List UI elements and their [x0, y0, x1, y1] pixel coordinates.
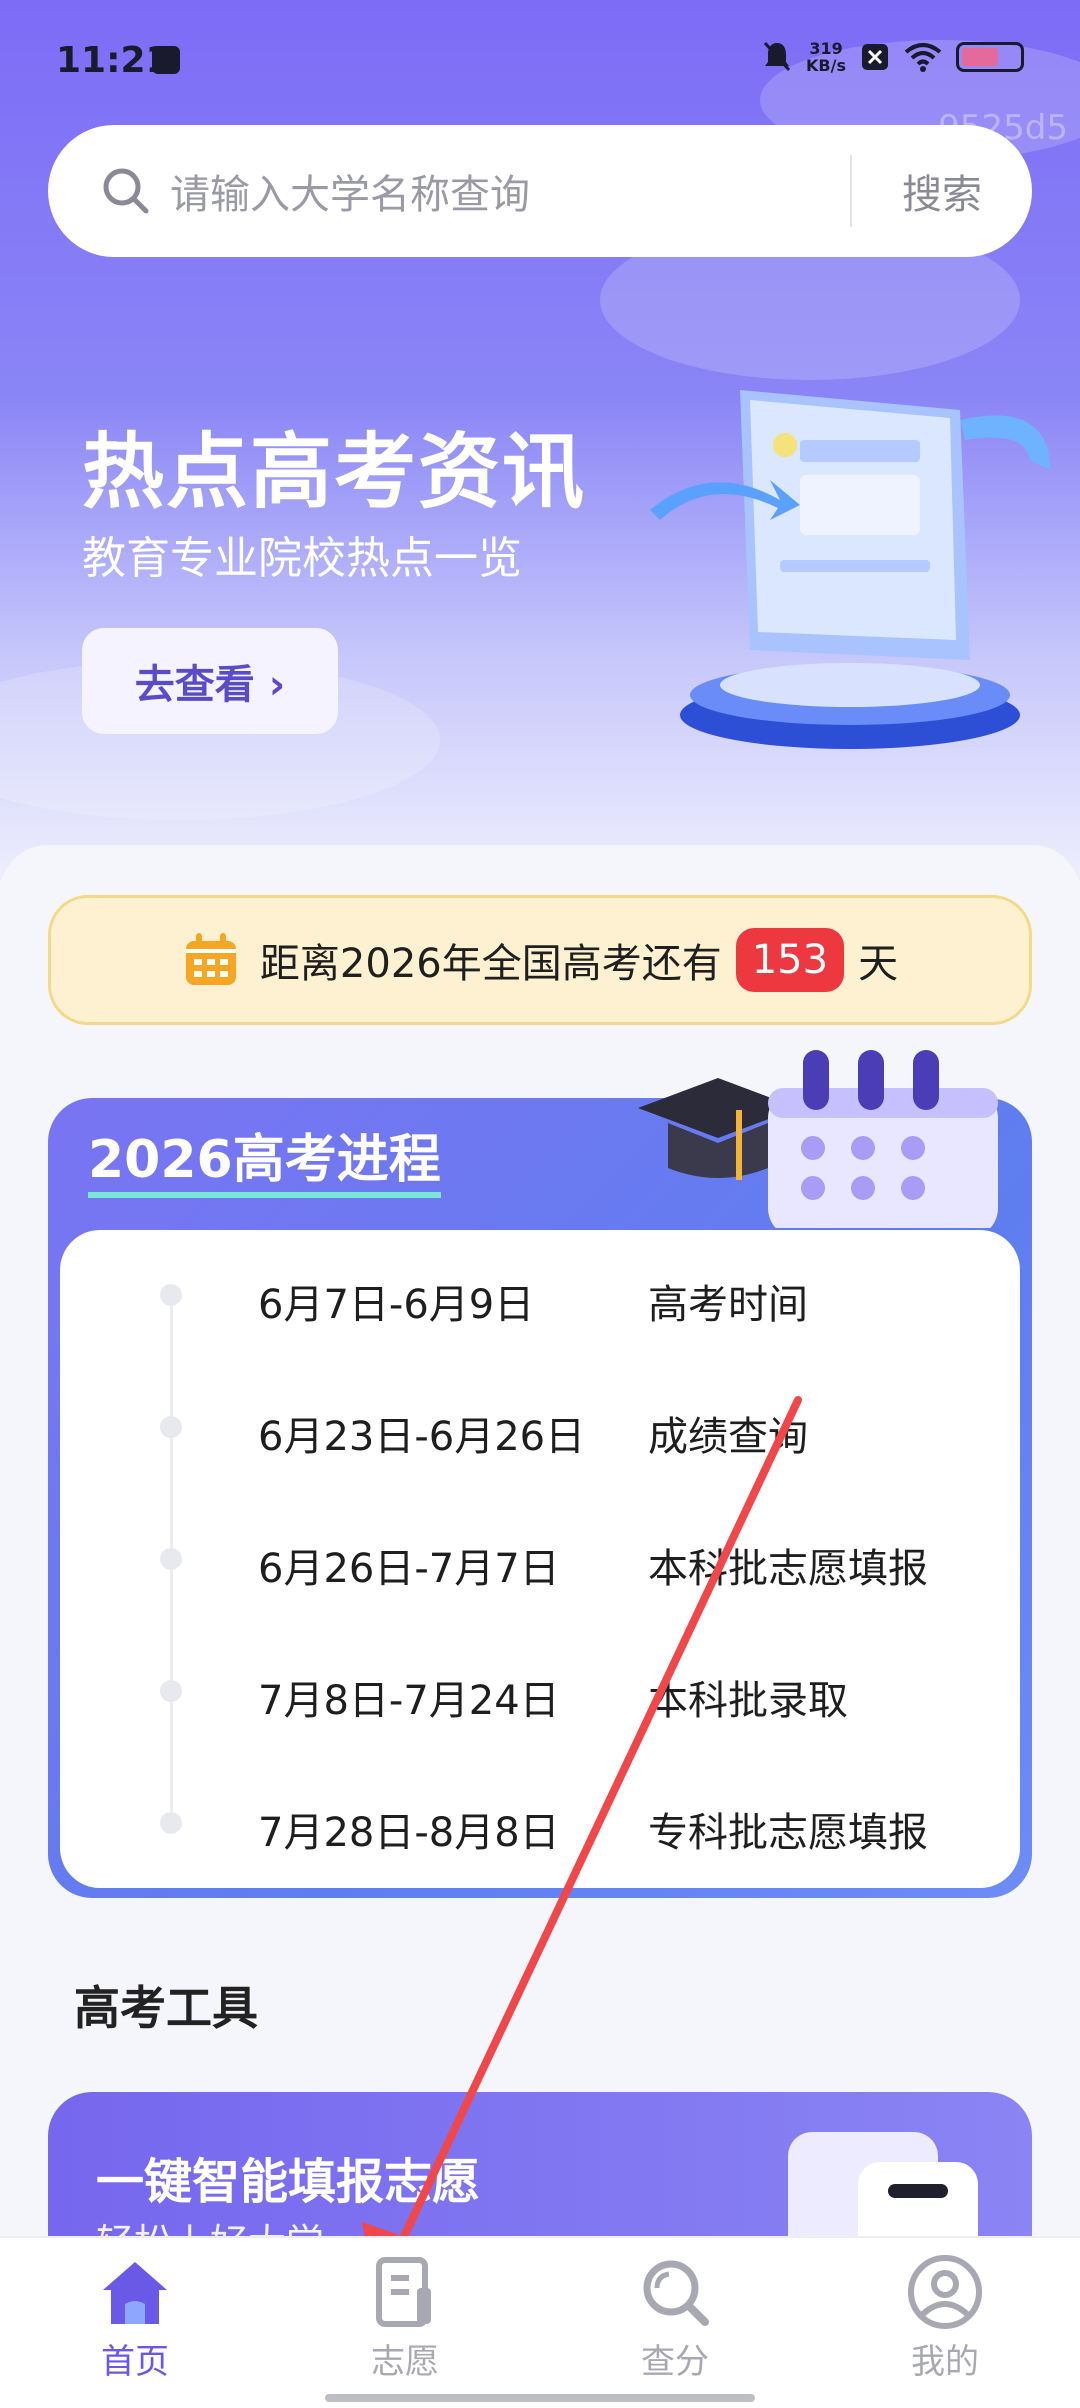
battery-icon: [956, 42, 1024, 72]
nav-item-score[interactable]: 查分: [540, 2238, 810, 2408]
schedule-list: 6月7日-6月9日 高考时间 6月23日-6月26日 成绩查询 6月26日-7月…: [60, 1230, 1020, 1888]
nav-item-application[interactable]: 志愿: [270, 2238, 540, 2408]
timeline-event: 专科批志愿填报: [648, 1810, 928, 1856]
nav-label-score: 查分: [641, 2342, 709, 2382]
nav-label-home: 首页: [101, 2342, 169, 2382]
nav-label-application: 志愿: [371, 2342, 439, 2382]
search-button[interactable]: 搜索: [852, 162, 1032, 220]
close-box-icon: [862, 44, 888, 70]
timeline-date: 7月28日-8月8日: [258, 1810, 560, 1856]
countdown-days-badge: 153: [735, 928, 845, 992]
tool-card-title: 一键智能填报志愿: [96, 2154, 481, 2210]
timeline-dot: [160, 1416, 182, 1438]
exam-schedule-card: 2026高考进程 6月7日-6月9日 高考时间 6月23日-6月26日 成绩查询: [48, 1050, 1032, 1898]
net-speed-unit: KB/s: [806, 56, 846, 75]
timeline-date: 6月7日-6月9日: [258, 1282, 535, 1328]
timeline-dot: [160, 1812, 182, 1834]
timeline-row: 7月8日-7月24日 本科批录取: [60, 1656, 1020, 1726]
timeline-date: 7月8日-7月24日: [258, 1678, 560, 1724]
banner-subtitle: 教育专业院校热点一览: [82, 533, 522, 584]
schedule-title: 2026高考进程: [88, 1128, 441, 1198]
net-speed: 319 KB/s: [806, 40, 846, 74]
notification-icon: [152, 46, 180, 74]
news-scroll-illustration: [650, 390, 1050, 749]
calendar-icon: [185, 933, 236, 985]
timeline-date: 6月26日-7月7日: [258, 1546, 560, 1592]
countdown-prefix: 距离2026年全国高考还有: [259, 941, 722, 987]
timeline-dot: [160, 1680, 182, 1702]
timeline-row: 6月7日-6月9日 高考时间: [60, 1260, 1020, 1330]
home-indicator[interactable]: [325, 2394, 755, 2402]
timeline-dot: [160, 1548, 182, 1570]
timeline-date: 6月23日-6月26日: [258, 1414, 586, 1460]
timeline-row: 6月26日-7月7日 本科批志愿填报: [60, 1524, 1020, 1594]
nav-item-profile[interactable]: 我的: [810, 2238, 1080, 2408]
bottom-navigation: 首页 志愿 查分 我的: [0, 2236, 1080, 2408]
tools-section-title: 高考工具: [74, 1981, 258, 2035]
mute-bell-icon: [763, 42, 791, 71]
view-button[interactable]: 去查看 ›: [82, 628, 338, 734]
search-bar[interactable]: 请输入大学名称查询 搜索: [48, 125, 1032, 257]
search-icon: [103, 168, 149, 214]
home-icon: [103, 2262, 167, 2324]
nav-label-profile: 我的: [911, 2342, 979, 2382]
document-icon: [376, 2257, 431, 2327]
banner-title: 热点高考资讯: [82, 425, 587, 520]
exam-countdown: 距离2026年全国高考还有 153 天: [48, 895, 1032, 1025]
timeline-event: 本科批录取: [648, 1678, 848, 1724]
search-input[interactable]: 请输入大学名称查询: [170, 162, 850, 220]
search-icon: [643, 2260, 709, 2326]
wifi-icon: [904, 43, 942, 72]
timeline-event: 高考时间: [648, 1282, 808, 1328]
status-indicators: 319 KB/s: [762, 40, 1024, 74]
nav-item-home[interactable]: 首页: [0, 2238, 270, 2408]
timeline-event: 本科批志愿填报: [648, 1546, 928, 1592]
profile-icon: [908, 2255, 982, 2329]
status-bar: 11:21 319 KB/s: [0, 0, 1080, 120]
timeline-event: 成绩查询: [648, 1414, 808, 1460]
net-speed-value: 319: [809, 39, 843, 58]
countdown-suffix: 天: [858, 941, 899, 987]
timeline-dot: [160, 1284, 182, 1306]
timeline-row: 7月28日-8月8日 专科批志愿填报: [60, 1788, 1020, 1858]
timeline-row: 6月23日-6月26日 成绩查询: [60, 1392, 1020, 1462]
calendar-graduation-illustration: [638, 1050, 998, 1228]
